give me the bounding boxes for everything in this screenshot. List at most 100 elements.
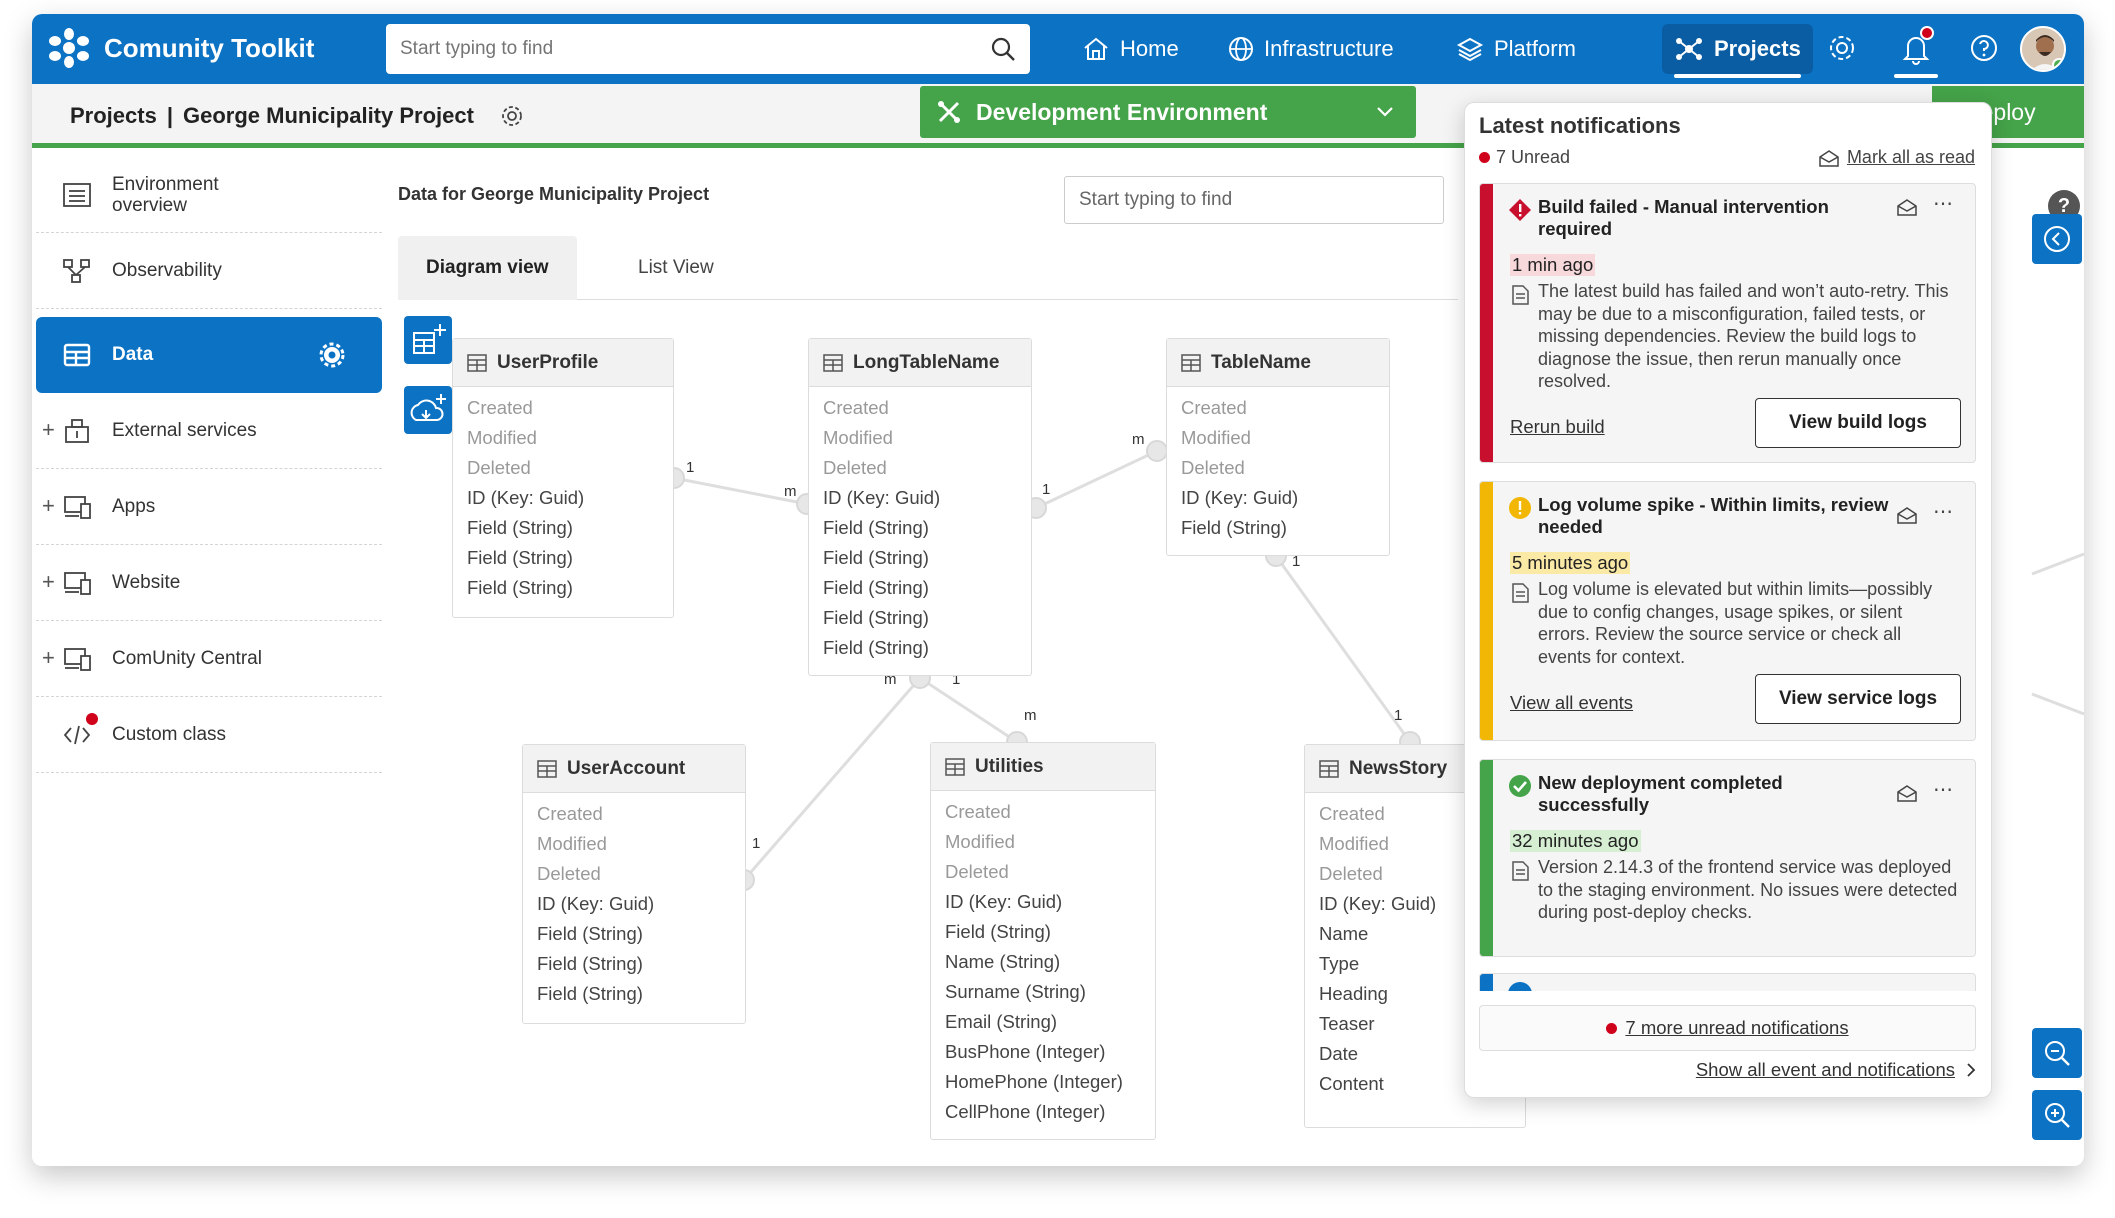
table-icon [823,353,843,372]
entity-table-tablename[interactable]: TableName Created Modified Deleted ID (K… [1166,338,1390,556]
cloud-download-icon [410,394,446,421]
zoom-in-button[interactable] [2032,1090,2082,1140]
sidebar: Environment overview Observability Data … [32,153,390,1166]
tab-list-view[interactable]: List View [610,236,742,300]
environment-selector[interactable]: Development Environment [920,86,1416,138]
project-settings-gear-icon[interactable] [498,102,526,130]
brand[interactable]: Comunity Toolkit [46,28,314,68]
data-search-input[interactable]: Start typing to find [1064,176,1444,224]
gear-icon[interactable] [1824,30,1860,66]
sidebar-item-environment-overview[interactable]: Environment overview [36,157,382,233]
notification-card-info-clipped[interactable] [1479,973,1976,991]
table-header[interactable]: Utilities [931,743,1155,791]
table-field: Field (String) [823,637,929,658]
tab-diagram-view[interactable]: Diagram view [398,236,577,300]
entity-table-utilities[interactable]: Utilities Created Modified Deleted ID (K… [930,742,1156,1140]
more-unread-link[interactable]: 7 more unread notifications [1479,1005,1976,1051]
nav-projects[interactable]: Projects [1662,24,1813,78]
view-build-logs-button[interactable]: View build logs [1755,398,1961,448]
table-field: Modified [467,427,537,448]
show-all-notifications-link[interactable]: Show all event and notifications [1696,1059,1977,1081]
notification-time: 32 minutes ago [1510,830,1641,852]
unread-dot [1479,152,1490,163]
notification-actions: ⋯ [1897,780,1953,802]
sidebar-item-external-services[interactable]: + External services [36,393,382,469]
sidebar-item-apps[interactable]: + Apps [36,469,382,545]
more-options-icon[interactable]: ⋯ [1933,194,1953,216]
success-check-icon [1509,775,1531,797]
network-icon [63,259,90,283]
crumb-project-name: George Municipality Project [182,103,474,128]
notification-card-deployment[interactable]: New deployment completed successfully ⋯ … [1479,759,1976,957]
notification-card-log-volume[interactable]: Log volume spike - Within limits, review… [1479,481,1976,741]
notifications-bell[interactable] [1894,24,1938,78]
app-window: Comunity Toolkit Home Infrastructure Pla… [32,14,2084,1166]
search-icon[interactable] [990,36,1016,62]
mark-all-read-link[interactable]: Mark all as read [1819,147,1975,168]
table-field: Field (String) [945,921,1051,942]
entity-table-useraccount[interactable]: UserAccount Created Modified Deleted ID … [522,744,746,1024]
home-icon [1084,37,1108,60]
table-field: Deleted [467,457,531,478]
nav-infrastructure[interactable]: Infrastructure [1228,24,1394,74]
data-settings-gear-icon[interactable] [318,341,346,369]
sidebar-item-data[interactable]: Data [36,317,382,393]
notification-title: Log volume spike - Within limits, review… [1538,494,1889,537]
nav-platform[interactable]: Platform [1456,24,1576,74]
help-icon[interactable] [1966,30,2002,66]
table-icon [1181,353,1201,372]
zoom-out-button[interactable] [2032,1028,2082,1078]
more-options-icon[interactable]: ⋯ [1933,502,1953,524]
table-icon [945,757,965,776]
view-service-logs-button[interactable]: View service logs [1755,674,1961,724]
add-table-button[interactable] [404,316,452,364]
chevron-left-circle-icon [2044,226,2070,252]
expand-plus-icon[interactable]: + [42,493,55,519]
crumb-projects[interactable]: Projects [70,103,157,129]
document-icon [1512,285,1529,305]
table-field: Created [537,803,603,824]
table-header[interactable]: UserProfile [453,339,673,387]
import-data-button[interactable] [404,386,452,434]
table-field: ID (Key: Guid) [467,487,585,508]
chevron-right-icon [1967,1063,1976,1077]
table-field: Modified [945,831,1015,852]
envelope-open-icon[interactable] [1897,198,1917,216]
notification-time: 1 min ago [1510,254,1596,276]
expand-plus-icon[interactable]: + [42,569,55,595]
expand-plus-icon[interactable]: + [42,645,55,671]
table-field: ID (Key: Guid) [1181,487,1299,508]
avatar[interactable] [2020,26,2066,72]
notification-body: The latest build has failed and won’t au… [1538,281,1949,391]
table-header[interactable]: LongTableName [809,339,1031,387]
document-icon [1512,861,1529,881]
cardinality-label: 1 [1394,707,1402,724]
entity-table-longtablename[interactable]: LongTableName Created Modified Deleted I… [808,338,1032,676]
table-header[interactable]: TableName [1167,339,1389,387]
table-field: Email (String) [945,1011,1058,1032]
envelope-open-icon[interactable] [1897,506,1917,524]
sidebar-item-custom-class[interactable]: Custom class [36,697,382,773]
more-options-icon[interactable]: ⋯ [1933,780,1953,802]
sidebar-item-comunity-central[interactable]: + ComUnity Central [36,621,382,697]
table-header[interactable]: UserAccount [523,745,745,793]
nav-home[interactable]: Home [1082,24,1179,74]
global-search-input[interactable] [400,38,990,60]
bell-active-underline [1894,74,1938,78]
sidebar-item-observability[interactable]: Observability [36,233,382,309]
table-field: CellPhone (Integer) [945,1101,1106,1122]
sidebar-item-website[interactable]: + Website [36,545,382,621]
entity-table-userprofile[interactable]: UserProfile Created Modified Deleted ID … [452,338,674,618]
view-all-events-link[interactable]: View all events [1510,692,1633,714]
table-icon [467,353,487,372]
collapse-panel-button[interactable] [2032,214,2082,264]
envelope-open-icon[interactable] [1897,784,1917,802]
notification-card-build-failed[interactable]: Build failed - Manual intervention requi… [1479,183,1976,463]
table-field: Field (String) [823,517,929,538]
expand-plus-icon[interactable]: + [42,417,55,443]
table-field: Deleted [945,861,1009,882]
services-icon [65,419,89,443]
cardinality-label: m [1132,431,1145,448]
rerun-build-link[interactable]: Rerun build [1510,416,1605,438]
global-search[interactable] [386,24,1030,74]
